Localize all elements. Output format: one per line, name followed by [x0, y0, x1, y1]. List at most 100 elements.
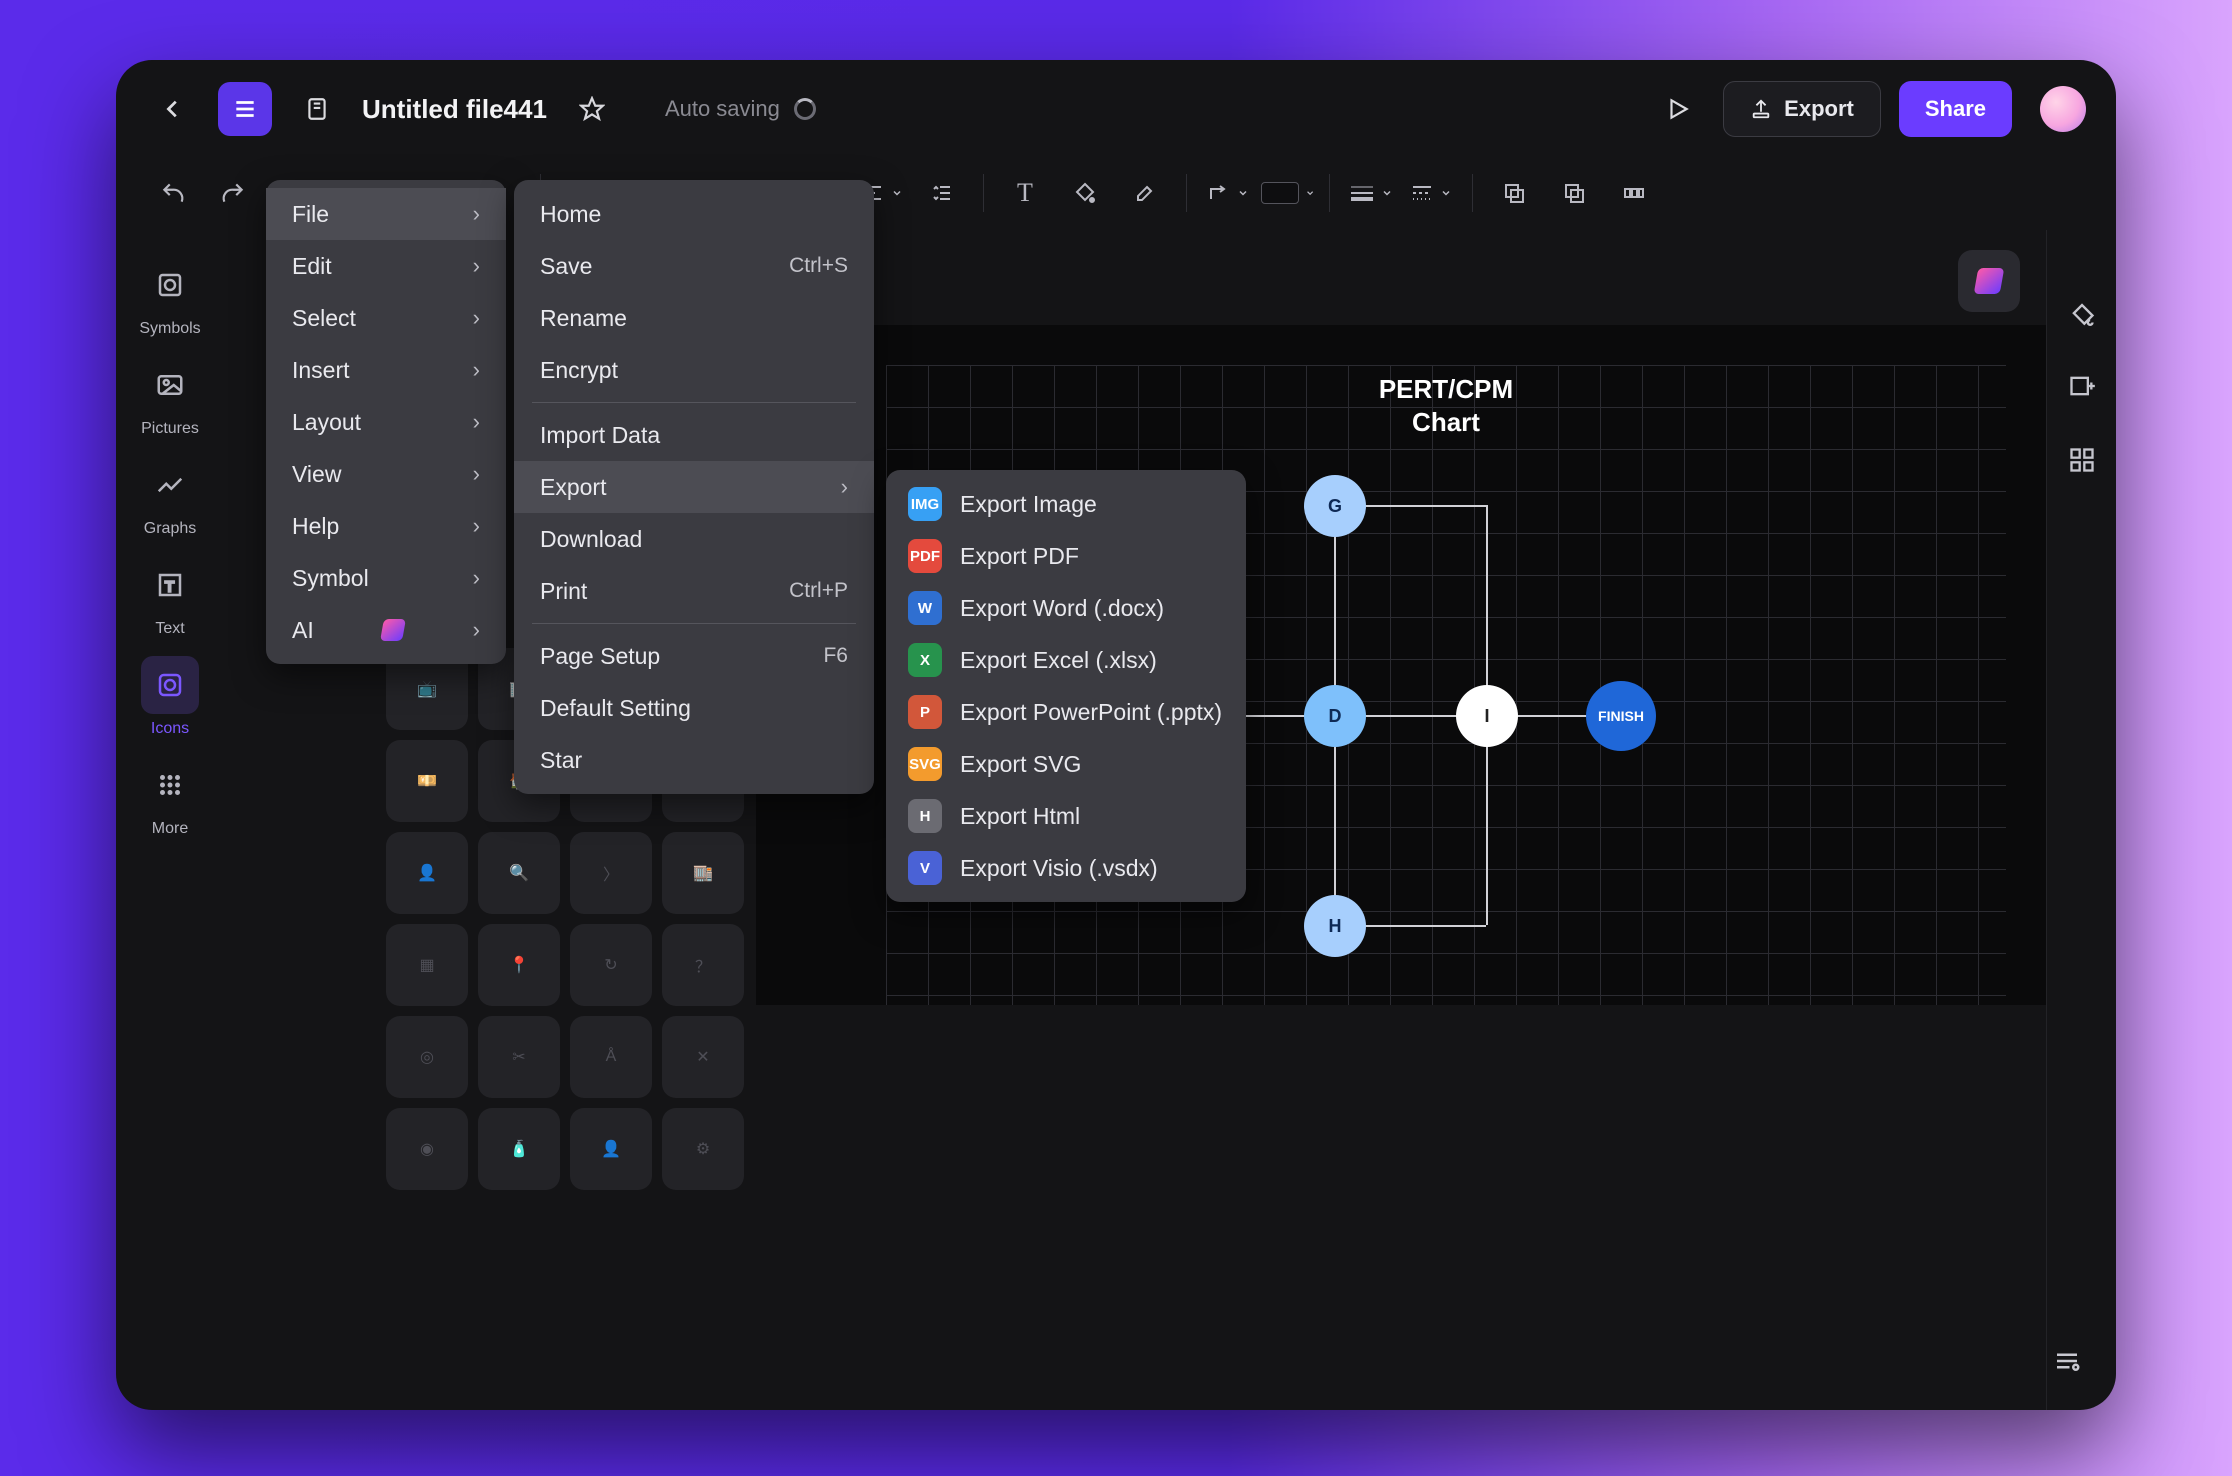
file-menu-star[interactable]: Star [514, 734, 874, 786]
icon-tile[interactable]: ✂ [478, 1016, 560, 1098]
icon-tile[interactable]: 🧴 [478, 1108, 560, 1190]
line-style-button[interactable] [1404, 166, 1458, 220]
export-badge-icon: V [908, 851, 942, 885]
rail-item-graphs[interactable]: Graphs [132, 456, 208, 538]
export-option-export-html[interactable]: HExport Html [886, 790, 1246, 842]
export-badge-icon: IMG [908, 487, 942, 521]
chevron-right-icon: › [473, 201, 480, 227]
file-menu-home[interactable]: Home [514, 188, 874, 240]
line-weight-button[interactable] [1344, 166, 1398, 220]
export-option-export-pdf[interactable]: PDFExport PDF [886, 530, 1246, 582]
menu-item-layout[interactable]: Layout› [266, 396, 506, 448]
file-menu-rename[interactable]: Rename [514, 292, 874, 344]
ai-logo-button[interactable] [1958, 250, 2020, 312]
autosave-label: Auto saving [665, 96, 780, 122]
menu-item-file[interactable]: File› [266, 188, 506, 240]
spinner-icon [794, 98, 816, 120]
export-option-export-powerpoint-pptx-[interactable]: PExport PowerPoint (.pptx) [886, 686, 1246, 738]
overlap-front-button[interactable] [1487, 166, 1541, 220]
hamburger-menu-button[interactable] [218, 82, 272, 136]
file-menu-encrypt[interactable]: Encrypt [514, 344, 874, 396]
file-submenu: HomeSaveCtrl+SRenameEncrypt Import DataEx… [514, 180, 874, 794]
export-badge-icon: W [908, 591, 942, 625]
export-submenu: IMGExport ImagePDFExport PDFWExport Word… [886, 470, 1246, 902]
avatar[interactable] [2040, 86, 2086, 132]
file-menu-save[interactable]: SaveCtrl+S [514, 240, 874, 292]
share-button[interactable]: Share [1899, 81, 2012, 137]
menu-divider [532, 402, 856, 403]
line-color-button[interactable] [1261, 166, 1315, 220]
file-menu-import-data[interactable]: Import Data [514, 409, 874, 461]
icon-tile[interactable]: ↻ [570, 924, 652, 1006]
export-option-export-image[interactable]: IMGExport Image [886, 478, 1246, 530]
connector-button[interactable] [1201, 166, 1255, 220]
icon-tile[interactable]: ？ [662, 924, 744, 1006]
node-g[interactable]: G [1304, 475, 1366, 537]
star-icon[interactable] [565, 82, 619, 136]
icon-tile[interactable]: 🔍 [478, 832, 560, 914]
export-option-export-word-docx-[interactable]: WExport Word (.docx) [886, 582, 1246, 634]
grid-view-icon[interactable] [2060, 438, 2104, 482]
icon-tile[interactable]: ◉ [386, 1108, 468, 1190]
paint-bucket-icon[interactable] [2060, 290, 2104, 334]
chevron-right-icon: › [473, 357, 480, 383]
icon-tile[interactable]: 〉 [570, 832, 652, 914]
fill-button[interactable] [1058, 166, 1112, 220]
rail-item-pictures[interactable]: Pictures [132, 356, 208, 438]
rail-item-symbols[interactable]: Symbols [132, 256, 208, 338]
rail-item-text[interactable]: T Text [132, 556, 208, 638]
main-menu: File›Edit›Select›Insert›Layout›View›Help… [266, 180, 506, 664]
line-height-button[interactable] [915, 166, 969, 220]
menu-item-edit[interactable]: Edit› [266, 240, 506, 292]
file-menu-default-setting[interactable]: Default Setting [514, 682, 874, 734]
play-button[interactable] [1651, 82, 1705, 136]
node-h[interactable]: H [1304, 895, 1366, 957]
undo-button[interactable] [146, 166, 200, 220]
file-menu-download[interactable]: Download [514, 513, 874, 565]
export-badge-icon: PDF [908, 539, 942, 573]
document-icon [290, 82, 344, 136]
layers-toggle-icon[interactable] [2044, 1338, 2090, 1384]
back-button[interactable] [146, 82, 200, 136]
icon-tile[interactable]: 👤 [570, 1108, 652, 1190]
node-d[interactable]: D [1304, 685, 1366, 747]
icon-tile[interactable]: 📍 [478, 924, 560, 1006]
icon-tile[interactable]: Å [570, 1016, 652, 1098]
file-menu-export[interactable]: Export› [514, 461, 874, 513]
menu-item-insert[interactable]: Insert› [266, 344, 506, 396]
node-i[interactable]: I [1456, 685, 1518, 747]
file-title[interactable]: Untitled file441 [362, 94, 547, 125]
rail-item-icons[interactable]: Icons [132, 656, 208, 738]
rail-item-more[interactable]: More [132, 756, 208, 838]
chevron-right-icon: › [473, 409, 480, 435]
menu-item-ai[interactable]: AI› [266, 604, 506, 656]
file-menu-page-setup[interactable]: Page SetupF6 [514, 630, 874, 682]
icon-tile[interactable]: ⚙ [662, 1108, 744, 1190]
icon-tile[interactable]: ◎ [386, 1016, 468, 1098]
export-option-export-excel-xlsx-[interactable]: XExport Excel (.xlsx) [886, 634, 1246, 686]
menu-item-select[interactable]: Select› [266, 292, 506, 344]
text-tool-button[interactable]: T [998, 166, 1052, 220]
menu-item-help[interactable]: Help› [266, 500, 506, 552]
export-option-export-svg[interactable]: SVGExport SVG [886, 738, 1246, 790]
chevron-right-icon: › [841, 474, 848, 500]
insert-right-icon[interactable] [2060, 364, 2104, 408]
overlap-back-button[interactable] [1547, 166, 1601, 220]
rail-label: Symbols [139, 320, 200, 338]
icon-tile[interactable]: ✕ [662, 1016, 744, 1098]
icon-tile[interactable]: 👤 [386, 832, 468, 914]
node-finish[interactable]: FINISH [1586, 681, 1656, 751]
export-button[interactable]: Export [1723, 81, 1881, 137]
export-badge-icon: X [908, 643, 942, 677]
menu-item-view[interactable]: View› [266, 448, 506, 500]
icon-tile[interactable]: 🏬 [662, 832, 744, 914]
file-menu-print[interactable]: PrintCtrl+P [514, 565, 874, 617]
redo-button[interactable] [206, 166, 260, 220]
topbar: Untitled file441 Auto saving Export Shar… [116, 60, 2116, 158]
export-option-export-visio-vsdx-[interactable]: VExport Visio (.vsdx) [886, 842, 1246, 894]
distribute-button[interactable] [1607, 166, 1661, 220]
brush-button[interactable] [1118, 166, 1172, 220]
icon-tile[interactable]: 💴 [386, 740, 468, 822]
menu-item-symbol[interactable]: Symbol› [266, 552, 506, 604]
icon-tile[interactable]: ▦ [386, 924, 468, 1006]
